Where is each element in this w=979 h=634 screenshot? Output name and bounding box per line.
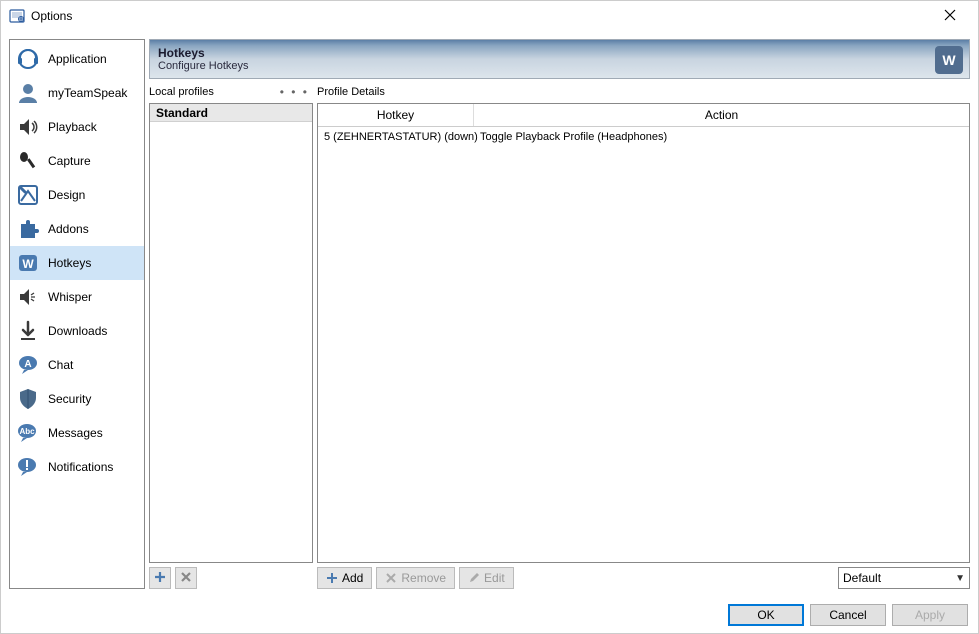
add-button-label: Add xyxy=(342,571,363,585)
sidebar-item-label: Hotkeys xyxy=(48,256,91,270)
whisper-icon xyxy=(16,285,40,309)
cell-hotkey: 5 (ZEHNERTASTATUR) (down) xyxy=(318,129,474,145)
cell-action: Toggle Playback Profile (Headphones) xyxy=(474,129,969,145)
banner-icon-label: W xyxy=(942,52,955,68)
cancel-button[interactable]: Cancel xyxy=(810,604,886,626)
microphone-icon xyxy=(16,149,40,173)
profiles-list[interactable]: Standard xyxy=(149,103,313,563)
speaker-icon xyxy=(16,115,40,139)
svg-text:Abc: Abc xyxy=(19,427,35,436)
details-table: Hotkey Action 5 (ZEHNERTASTATUR) (down) … xyxy=(317,103,970,563)
details-column: Profile Details Hotkey Action 5 (ZEHNERT… xyxy=(317,83,970,589)
sidebar-item-capture[interactable]: Capture xyxy=(10,144,144,178)
plus-icon xyxy=(326,572,338,584)
content: Application myTeamSpeak Playback Capture xyxy=(1,31,978,597)
profile-row[interactable]: Standard xyxy=(150,104,312,122)
combo-selected: Default xyxy=(843,571,881,585)
sidebar-item-messages[interactable]: Abc Messages xyxy=(10,416,144,450)
design-icon xyxy=(16,183,40,207)
puzzle-icon xyxy=(16,217,40,241)
sidebar-item-label: Application xyxy=(48,52,107,66)
column-hotkey[interactable]: Hotkey xyxy=(318,104,474,126)
headset-icon xyxy=(16,47,40,71)
sidebar-item-whisper[interactable]: Whisper xyxy=(10,280,144,314)
sidebar-item-security[interactable]: Security xyxy=(10,382,144,416)
add-hotkey-button[interactable]: Add xyxy=(317,567,372,589)
sidebar-item-downloads[interactable]: Downloads xyxy=(10,314,144,348)
ok-button[interactable]: OK xyxy=(728,604,804,626)
pencil-icon xyxy=(468,572,480,584)
x-icon xyxy=(179,570,193,587)
sidebar-item-label: Chat xyxy=(48,358,73,372)
sidebar-item-playback[interactable]: Playback xyxy=(10,110,144,144)
banner-title: Hotkeys xyxy=(158,46,249,60)
profiles-more-button[interactable]: • • • xyxy=(276,85,313,99)
sidebar-item-design[interactable]: Design xyxy=(10,178,144,212)
banner-subtitle: Configure Hotkeys xyxy=(158,60,249,72)
keyboard-key-icon: W xyxy=(16,251,40,275)
table-row[interactable]: 5 (ZEHNERTASTATUR) (down) Toggle Playbac… xyxy=(318,127,969,147)
notification-icon xyxy=(16,455,40,479)
sidebar: Application myTeamSpeak Playback Capture xyxy=(9,39,145,589)
remove-profile-button[interactable] xyxy=(175,567,197,589)
svg-text:W: W xyxy=(22,257,34,271)
user-icon xyxy=(16,81,40,105)
download-icon xyxy=(16,319,40,343)
sidebar-item-label: Security xyxy=(48,392,91,406)
more-dots-icon: • • • xyxy=(280,85,309,99)
sidebar-item-label: Addons xyxy=(48,222,89,236)
column-action[interactable]: Action xyxy=(474,104,969,126)
close-button[interactable] xyxy=(930,2,970,30)
banner-icon: W xyxy=(935,46,963,74)
add-profile-button[interactable] xyxy=(149,567,171,589)
close-icon xyxy=(944,8,956,24)
messages-icon: Abc xyxy=(16,421,40,445)
profiles-column: Local profiles • • • Standard xyxy=(149,83,313,589)
sidebar-item-label: Playback xyxy=(48,120,97,134)
details-footer: Add Remove Edit xyxy=(317,567,970,589)
sidebar-item-hotkeys[interactable]: W Hotkeys xyxy=(10,246,144,280)
chat-icon: A xyxy=(16,353,40,377)
sidebar-item-myteamspeak[interactable]: myTeamSpeak xyxy=(10,76,144,110)
chevron-down-icon: ▼ xyxy=(955,573,965,584)
table-body[interactable]: 5 (ZEHNERTASTATUR) (down) Toggle Playbac… xyxy=(318,127,969,562)
options-dialog: Options Application myTeamSpeak xyxy=(0,0,979,634)
sidebar-item-chat[interactable]: A Chat xyxy=(10,348,144,382)
header-banner: Hotkeys Configure Hotkeys W xyxy=(149,39,970,79)
plus-icon xyxy=(153,570,167,587)
window-title: Options xyxy=(31,9,930,23)
sidebar-item-label: Design xyxy=(48,188,85,202)
edit-hotkey-button[interactable]: Edit xyxy=(459,567,514,589)
sidebar-item-label: Downloads xyxy=(48,324,107,338)
sidebar-item-notifications[interactable]: Notifications xyxy=(10,450,144,484)
titlebar: Options xyxy=(1,1,978,31)
body-split: Local profiles • • • Standard xyxy=(149,83,970,589)
x-icon xyxy=(385,572,397,584)
dialog-footer: OK Cancel Apply xyxy=(1,597,978,633)
profiles-label: Local profiles xyxy=(149,86,214,98)
sidebar-item-label: Whisper xyxy=(48,290,92,304)
hotkey-mode-combo[interactable]: Default ▼ xyxy=(838,567,970,589)
sidebar-item-label: Capture xyxy=(48,154,91,168)
apply-button[interactable]: Apply xyxy=(892,604,968,626)
svg-text:A: A xyxy=(24,359,31,370)
sidebar-item-label: myTeamSpeak xyxy=(48,86,127,100)
sidebar-item-application[interactable]: Application xyxy=(10,42,144,76)
sidebar-item-addons[interactable]: Addons xyxy=(10,212,144,246)
shield-icon xyxy=(16,387,40,411)
sidebar-item-label: Messages xyxy=(48,426,103,440)
table-header: Hotkey Action xyxy=(318,104,969,127)
sidebar-item-label: Notifications xyxy=(48,460,113,474)
remove-button-label: Remove xyxy=(401,571,446,585)
details-label: Profile Details xyxy=(317,83,970,101)
main-pane: Hotkeys Configure Hotkeys W Local profil… xyxy=(149,39,970,589)
edit-button-label: Edit xyxy=(484,571,505,585)
app-icon xyxy=(9,8,25,24)
remove-hotkey-button[interactable]: Remove xyxy=(376,567,455,589)
